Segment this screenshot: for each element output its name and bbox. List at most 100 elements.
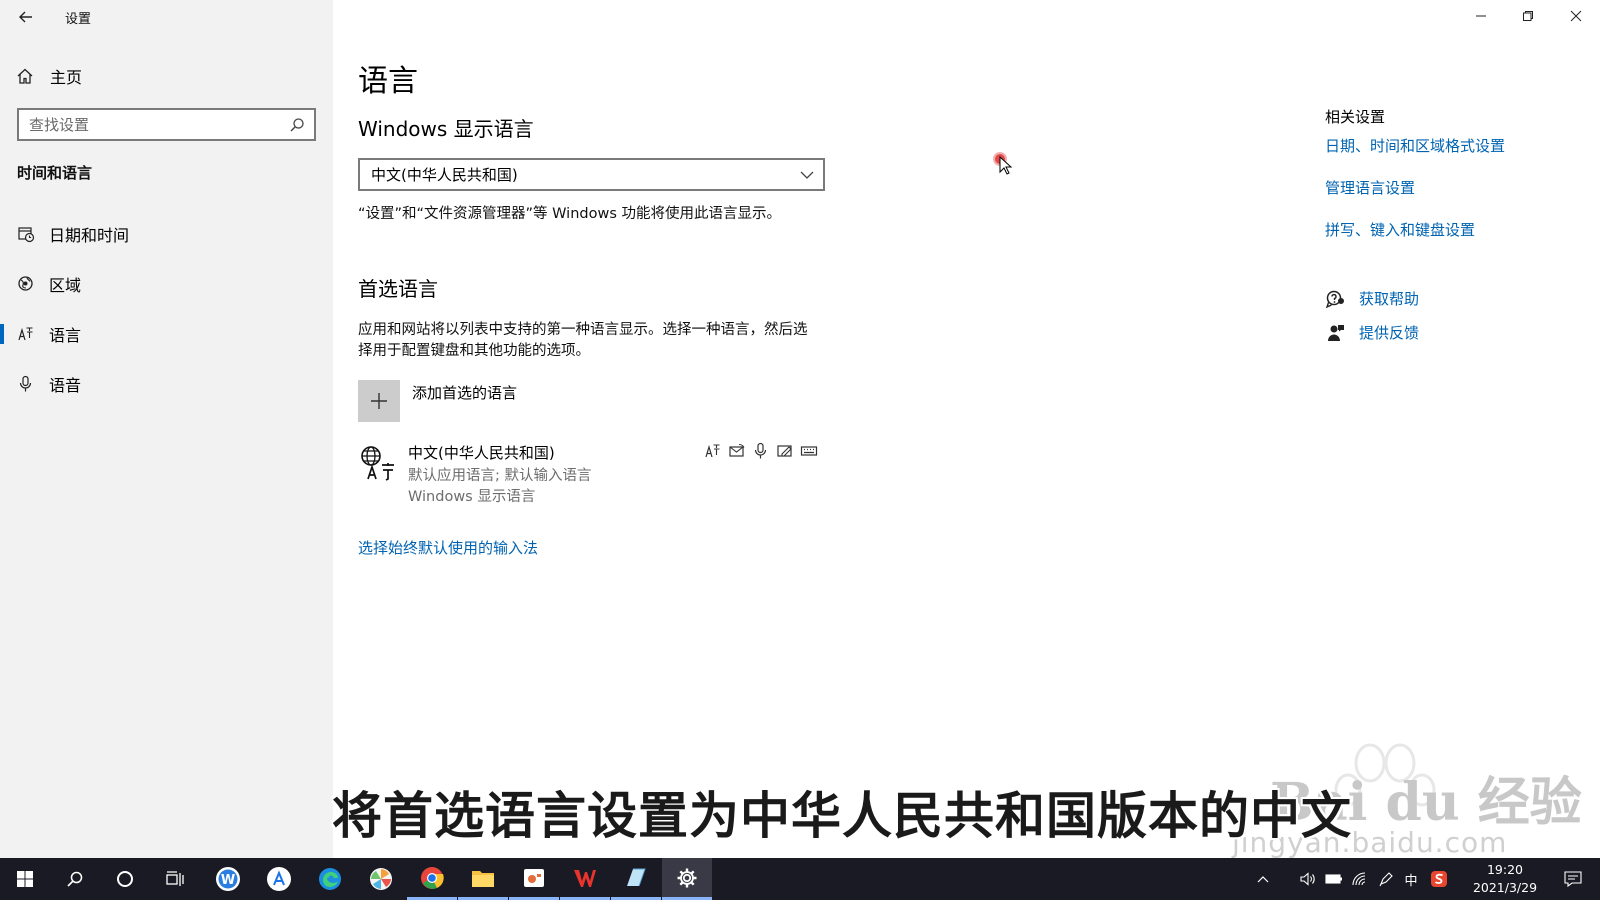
add-language-button[interactable]: 添加首选的语言 (358, 380, 517, 422)
gear-icon (677, 868, 697, 887)
volume-button[interactable] (1296, 858, 1320, 900)
search-input[interactable] (29, 115, 279, 134)
start-button[interactable] (0, 858, 50, 900)
minimize-button[interactable] (1458, 0, 1504, 32)
pen-button[interactable] (1374, 858, 1398, 900)
feedback-person-icon (1325, 323, 1345, 343)
video-caption: 将首选语言设置为中华人民共和国版本的中文 (332, 787, 1352, 845)
action-center-button[interactable] (1553, 858, 1593, 900)
battery-button[interactable] (1322, 858, 1346, 900)
sidebar-section-heading: 时间和语言 (17, 164, 93, 182)
get-help-label[interactable]: 获取帮助 (1359, 288, 1419, 309)
svg-text:W: W (221, 873, 235, 888)
taskbar-app-notepad[interactable] (611, 858, 661, 900)
restore-button[interactable] (1505, 0, 1551, 32)
language-status: 默认应用语言; 默认输入语言 (408, 468, 592, 484)
notepad-icon (627, 868, 646, 886)
display-language-note: “设置”和“文件资源管理器”等 Windows 功能将使用此语言显示。 (358, 206, 781, 222)
notification-icon (1564, 871, 1582, 887)
edge-icon (319, 868, 341, 890)
search-icon (67, 871, 83, 887)
handwriting-icon (776, 442, 794, 460)
sidebar-item-label: 语音 (49, 376, 82, 395)
sogou-ime-button[interactable] (1426, 858, 1452, 900)
sidebar-home[interactable]: 主页 (16, 64, 82, 88)
network-button[interactable] (1348, 858, 1372, 900)
sidebar-item-label: 语言 (49, 326, 82, 345)
chrome-icon (421, 866, 444, 889)
taskbar-wps[interactable] (560, 858, 610, 900)
mouse-pointer-icon (999, 156, 1013, 175)
globe-icon (17, 275, 35, 293)
language-icon (17, 325, 35, 343)
media-app-icon (524, 868, 544, 887)
display-language-select[interactable]: 中文(中华人民共和国) (358, 158, 825, 191)
battery-icon (1325, 874, 1342, 884)
sidebar: 设置 主页 时间和语言 日期和时间 区域 语言 语音 (0, 0, 333, 858)
task-view-icon (166, 871, 184, 886)
preferred-language-heading: 首选语言 (358, 277, 438, 301)
window-title: 设置 (65, 12, 92, 27)
related-link-typing-keyboard[interactable]: 拼写、键入和键盘设置 (1325, 219, 1475, 240)
display-language-heading: Windows 显示语言 (358, 117, 534, 141)
taskbar-app-a[interactable] (254, 858, 304, 900)
language-list-item[interactable]: 中文(中华人民共和国) 默认应用语言; 默认输入语言 Windows 显示语言 (358, 440, 828, 508)
windows-logo-icon (17, 871, 33, 887)
help-chat-icon (1325, 289, 1345, 309)
minimize-icon (1476, 15, 1486, 17)
microphone-icon (17, 375, 35, 393)
chevron-down-icon (799, 167, 815, 183)
close-button[interactable] (1553, 0, 1599, 32)
taskbar-chrome[interactable] (407, 858, 457, 900)
restore-icon (1523, 11, 1533, 21)
home-icon (16, 67, 34, 85)
sidebar-item-speech[interactable]: 语音 (0, 364, 333, 404)
pinwheel-icon (370, 868, 392, 890)
taskbar: W 中 19:20 2021/3/29 (0, 858, 1600, 900)
app-w-icon: W (216, 867, 240, 891)
cortana-button[interactable] (100, 858, 150, 900)
tray-clock[interactable]: 19:20 2021/3/29 (1470, 861, 1540, 897)
sidebar-item-language[interactable]: 语言 (0, 314, 333, 354)
speech-icon (752, 442, 770, 460)
taskbar-app-pinwheel[interactable] (356, 858, 406, 900)
sidebar-item-region[interactable]: 区域 (0, 264, 333, 304)
task-view-button[interactable] (150, 858, 200, 900)
taskbar-file-explorer[interactable] (458, 858, 508, 900)
taskbar-settings[interactable] (662, 858, 712, 900)
pen-icon (1379, 872, 1393, 887)
feedback-label[interactable]: 提供反馈 (1359, 322, 1419, 343)
text-to-speech-icon (728, 442, 746, 460)
search-icon[interactable] (288, 116, 306, 134)
related-link-manage-language[interactable]: 管理语言设置 (1325, 177, 1415, 198)
page-title: 语言 (358, 64, 418, 99)
get-help-link[interactable]: 获取帮助 (1325, 288, 1419, 309)
clock-date: 2021/3/29 (1472, 880, 1538, 895)
taskbar-edge[interactable] (305, 858, 355, 900)
tray-overflow-button[interactable] (1250, 858, 1276, 900)
sidebar-item-label: 区域 (49, 276, 82, 295)
chevron-up-icon (1257, 876, 1269, 883)
app-a-icon (267, 867, 291, 891)
search-box[interactable] (17, 108, 316, 141)
taskbar-app-media[interactable] (509, 858, 559, 900)
close-icon (1570, 10, 1582, 22)
language-glyph-icon (360, 444, 398, 482)
related-link-date-format[interactable]: 日期、时间和区域格式设置 (1325, 135, 1505, 156)
taskbar-app-w[interactable]: W (203, 858, 253, 900)
display-language-value: 中文(中华人民共和国) (371, 166, 518, 184)
sidebar-item-date-time[interactable]: 日期和时间 (0, 214, 333, 254)
related-settings-heading: 相关设置 (1325, 108, 1386, 126)
speaker-icon (1300, 872, 1315, 886)
folder-icon (472, 870, 494, 887)
clock-time: 19:20 (1486, 862, 1524, 877)
taskbar-search-button[interactable] (50, 858, 100, 900)
default-ime-link[interactable]: 选择始终默认使用的输入法 (358, 537, 538, 558)
plus-icon (358, 380, 400, 422)
feedback-link[interactable]: 提供反馈 (1325, 322, 1419, 343)
cortana-icon (117, 871, 133, 887)
back-arrow-icon[interactable] (14, 6, 38, 28)
wifi-icon (1352, 872, 1366, 886)
ime-indicator[interactable]: 中 (1399, 858, 1423, 900)
keyboard-icon (800, 442, 818, 460)
